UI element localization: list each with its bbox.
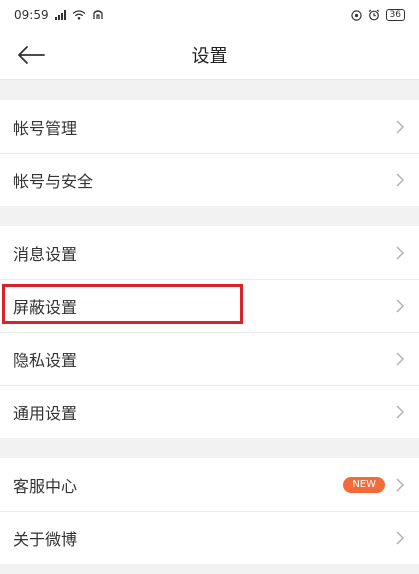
general-settings-row[interactable]: 通用设置 (0, 385, 419, 438)
row-right: NEW (343, 476, 405, 493)
chevron-right-icon (396, 119, 405, 134)
section-gap (0, 206, 419, 226)
new-badge: NEW (343, 476, 385, 493)
account-security-row[interactable]: 帐号与安全 (0, 153, 419, 206)
privacy-settings-label: 隐私设置 (13, 351, 78, 370)
nfc-icon (92, 10, 103, 19)
row-right (395, 172, 405, 188)
chevron-right-icon (396, 245, 405, 260)
about-weibo-label: 关于微博 (13, 530, 78, 549)
section-gap (0, 438, 419, 458)
arrow-left-icon (18, 45, 45, 64)
block-settings-label: 屏蔽设置 (13, 298, 78, 317)
chevron-right-icon (396, 352, 405, 366)
row-right (395, 119, 405, 135)
settings-group-about: 客服中心 NEW 关于微博 (0, 458, 419, 564)
chevron-right-icon (396, 405, 405, 419)
row-right (395, 530, 405, 546)
customer-service-label: 客服中心 (13, 476, 78, 496)
header: 设置 (0, 30, 419, 80)
message-settings-label: 消息设置 (13, 244, 78, 264)
page-title: 设置 (191, 45, 228, 67)
settings-group-preferences: 消息设置 屏蔽设置 隐私设置 通用设置 (0, 226, 419, 438)
battery-indicator: 36 (385, 9, 405, 21)
section-gap (0, 80, 419, 100)
status-bar: 09:59 36 (0, 0, 419, 30)
location-icon (350, 9, 362, 21)
chevron-right-icon (396, 477, 405, 492)
alarm-icon (368, 9, 379, 21)
row-right (395, 351, 405, 367)
account-security-label: 帐号与安全 (13, 172, 94, 191)
privacy-settings-row[interactable]: 隐私设置 (0, 332, 419, 385)
customer-service-row[interactable]: 客服中心 NEW (0, 458, 419, 511)
status-left: 09:59 (14, 8, 104, 22)
wifi-icon (72, 10, 86, 20)
account-management-label: 帐号管理 (13, 118, 78, 138)
chevron-right-icon (396, 531, 405, 545)
general-settings-label: 通用设置 (13, 404, 78, 423)
back-button[interactable] (14, 38, 48, 72)
status-time: 09:59 (14, 8, 49, 22)
chevron-right-icon (396, 173, 405, 187)
account-management-row[interactable]: 帐号管理 (0, 100, 419, 153)
settings-group-account: 帐号管理 帐号与安全 (0, 100, 419, 206)
chevron-right-icon (396, 299, 405, 313)
signal-icon (54, 10, 66, 20)
message-settings-row[interactable]: 消息设置 (0, 226, 419, 279)
row-right (395, 298, 405, 314)
row-right (395, 245, 405, 261)
about-weibo-row[interactable]: 关于微博 (0, 511, 419, 564)
block-settings-row[interactable]: 屏蔽设置 (0, 279, 419, 332)
row-right (395, 404, 405, 420)
status-right: 36 (350, 9, 405, 21)
